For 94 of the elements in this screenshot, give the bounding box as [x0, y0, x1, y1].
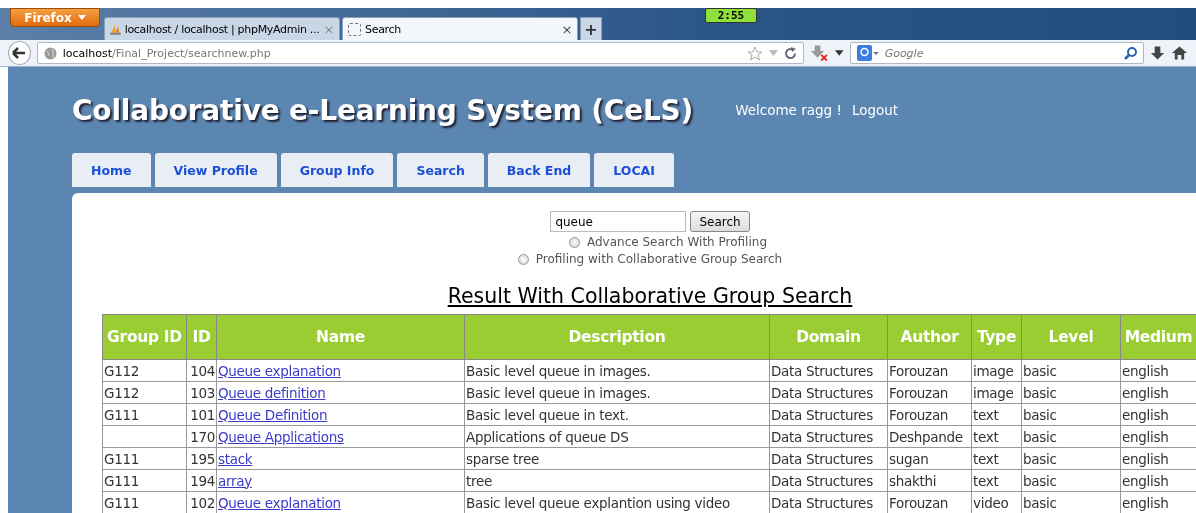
results-heading: Result With Collaborative Group Search — [447, 284, 853, 308]
new-tab-button[interactable]: + — [580, 17, 602, 40]
table-cell: text — [971, 447, 1022, 470]
browser-tab[interactable]: Search × — [342, 17, 578, 40]
address-bar[interactable]: localhost/Final_Project/searchnew.php — [36, 42, 805, 64]
table-cell: G111 — [102, 403, 187, 426]
resource-link[interactable]: stack — [218, 450, 253, 467]
welcome-text: Welcome ragg ! — [735, 102, 842, 118]
radio-button[interactable] — [517, 253, 529, 265]
column-header: Group ID — [102, 314, 187, 360]
browser-tab[interactable]: localhost / localhost | phpMyAdmin ... × — [104, 17, 340, 40]
column-header: Domain — [769, 314, 888, 360]
table-cell: 194 — [186, 469, 217, 492]
table-cell: 195 — [186, 447, 217, 470]
table-cell: tree — [464, 469, 770, 492]
nav-tab[interactable]: Search — [397, 153, 484, 187]
dropdown-icon[interactable] — [835, 50, 844, 56]
nav-tab[interactable]: Back End — [487, 153, 591, 187]
back-button[interactable] — [8, 41, 31, 65]
table-cell: video — [971, 491, 1022, 513]
table-cell: Data Structures — [769, 359, 888, 382]
table-cell: Data Structures — [769, 381, 888, 404]
clock-widget: 2:55 — [705, 8, 757, 23]
nav-tab[interactable]: Home — [72, 153, 151, 187]
table-cell: text — [971, 403, 1022, 426]
close-icon[interactable]: × — [561, 21, 572, 37]
table-cell: 104 — [186, 359, 217, 382]
page-icon — [348, 22, 361, 36]
column-header: Name — [216, 314, 465, 360]
table-cell: 170 — [186, 425, 217, 448]
download-icon[interactable] — [1150, 45, 1166, 61]
table-cell: image — [971, 359, 1022, 382]
table-cell: G111 — [102, 491, 187, 513]
site-title: Collaborative e-Learning System (CeLS) — [72, 93, 694, 127]
table-cell: Data Structures — [769, 403, 888, 426]
table-cell: Data Structures — [769, 469, 888, 492]
column-header: Type — [971, 314, 1022, 360]
logout-link[interactable]: Logout — [851, 102, 899, 118]
table-cell: image — [971, 381, 1022, 404]
radio-button[interactable] — [568, 236, 580, 248]
table-cell: Forouzan — [887, 359, 972, 382]
table-cell: G111 — [102, 447, 187, 470]
search-button[interactable]: Search — [690, 211, 750, 232]
search-field[interactable]: Google — [882, 45, 1120, 61]
table-cell: Data Structures — [769, 491, 888, 513]
table-cell: Basic level queue in images. — [464, 381, 770, 404]
table-cell: shakthi — [887, 469, 972, 492]
column-header: Level — [1021, 314, 1121, 360]
table-cell: basic — [1021, 425, 1121, 448]
column-header: Medium — [1120, 314, 1196, 360]
download-blocked-icon[interactable] — [810, 44, 830, 62]
back-arrow-icon — [12, 47, 27, 59]
table-cell: Data Structures — [769, 447, 888, 470]
option-label: Advance Search With Profiling — [586, 235, 767, 249]
table-cell: Forouzan — [887, 381, 972, 404]
star-icon[interactable] — [747, 45, 764, 61]
table-cell: Basic level queue explantion using video — [464, 491, 770, 513]
globe-icon — [43, 46, 57, 60]
column-header: ID — [186, 314, 217, 360]
table-cell: sugan — [887, 447, 972, 470]
table-cell: text — [971, 469, 1022, 492]
search-icon[interactable] — [1124, 46, 1137, 60]
table-cell: text — [971, 425, 1022, 448]
table-cell: G112 — [102, 381, 187, 404]
nav-tab[interactable]: View Profile — [154, 153, 277, 187]
table-cell: sparse tree — [464, 447, 770, 470]
table-cell: Applications of queue DS — [464, 425, 770, 448]
table-cell: G112 — [102, 359, 187, 382]
resource-link[interactable]: array — [218, 472, 252, 489]
table-cell: G111 — [102, 469, 187, 492]
table-cell: basic — [1021, 447, 1121, 470]
table-cell: basic — [1021, 491, 1121, 513]
table-cell: 101 — [186, 403, 217, 426]
search-input[interactable]: queue — [550, 211, 687, 232]
table-cell: Data Structures — [769, 425, 888, 448]
column-header: Description — [464, 314, 770, 360]
table-cell: Basic level queue in images. — [464, 359, 770, 382]
url-text: localhost/Final_Project/searchnew.php — [62, 46, 271, 60]
table-cell: basic — [1021, 403, 1121, 426]
table-cell: basic — [1021, 359, 1121, 382]
table-cell: Forouzan — [887, 403, 972, 426]
table-cell: Forouzan — [887, 491, 972, 513]
table-cell: basic — [1021, 381, 1121, 404]
table-cell: Deshpande — [887, 425, 972, 448]
home-icon[interactable] — [1171, 45, 1188, 61]
nav-tab[interactable]: LOCAI — [594, 153, 674, 187]
search-bar[interactable]: Google — [849, 42, 1144, 64]
option-label: Profiling with Collaborative Group Search — [535, 252, 783, 266]
nav-tab[interactable]: Group Info — [280, 153, 394, 187]
reload-icon[interactable] — [784, 46, 798, 60]
table-cell: Basic level queue in text. — [464, 403, 770, 426]
table-cell: 103 — [186, 381, 217, 404]
column-header: Author — [887, 314, 972, 360]
table-cell: basic — [1021, 469, 1121, 492]
